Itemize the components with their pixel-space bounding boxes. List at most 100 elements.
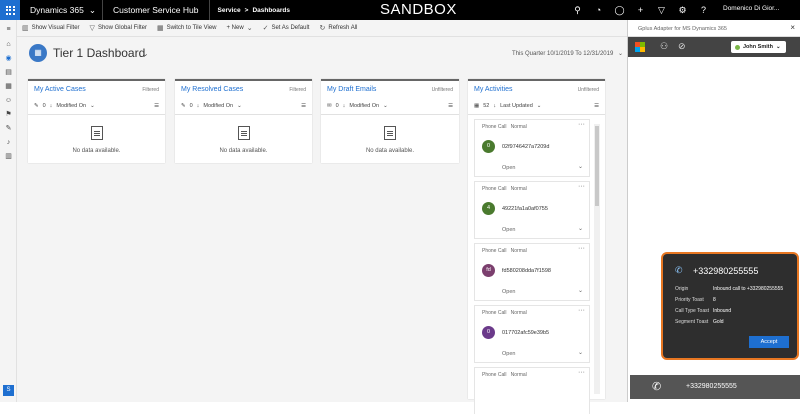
sort-field[interactable]: Modified On [56, 103, 86, 109]
chevron-down-icon[interactable]: ⌄ [383, 103, 388, 109]
toast-row-priority: Priority Toast 8 [675, 297, 716, 303]
area-switcher-button[interactable]: S [3, 385, 14, 396]
activities-icon[interactable]: ▤ [4, 68, 13, 77]
activity-subject[interactable]: fd580208dda7f1598 [502, 268, 551, 274]
chevron-down-icon[interactable]: ⌄ [578, 225, 583, 232]
view-options-icon[interactable]: ☰ [594, 103, 599, 109]
document-icon [237, 126, 250, 140]
sort-arrow-icon[interactable]: ↓ [50, 103, 53, 109]
chevron-down-icon[interactable]: ⌄ [578, 349, 583, 356]
chevron-down-icon[interactable]: ⌄ [142, 49, 149, 58]
gear-icon[interactable]: ⚙ [672, 5, 693, 16]
activity-subject[interactable]: 49221fa1a0af0755 [502, 206, 548, 212]
new-label: + New [226, 25, 244, 31]
activity-subject[interactable]: 017702afc59e39b5 [502, 330, 549, 336]
sort-field[interactable]: Modified On [349, 103, 379, 109]
chevron-down-icon[interactable]: ⌄ [618, 50, 623, 57]
view-options-icon[interactable]: ☰ [448, 103, 453, 109]
home-icon[interactable]: ⌂ [4, 40, 13, 49]
panel-title: Gplus Adapter for MS Dynamics 365 [638, 26, 727, 32]
breadcrumb-page[interactable]: Dashboards [252, 7, 290, 14]
edit-icon[interactable]: ✎ [34, 103, 39, 109]
brand-menu[interactable]: Dynamics 365 ⌄ [20, 0, 103, 20]
assistant-icon[interactable]: ◯ [609, 5, 630, 16]
scrollbar-thumb[interactable] [595, 126, 599, 206]
contacts-icon[interactable]: ⚇ [660, 41, 668, 52]
activity-list: Phone Call Normal ··· 0 02f9746427a7209d… [474, 119, 594, 414]
switch-tile-view-button[interactable]: ▦ Switch to Tile View [152, 24, 222, 32]
mail-icon[interactable]: ✉ [327, 103, 332, 109]
list-item[interactable]: Phone Call Normal ··· 4 49221fa1a0af0755… [474, 181, 590, 239]
help-icon[interactable]: ? [693, 5, 714, 15]
accept-button[interactable]: Accept [749, 336, 789, 348]
chevron-down-icon[interactable]: ⌄ [237, 103, 242, 109]
more-icon[interactable]: ··· [578, 369, 585, 376]
show-global-filter-label: Show Global Filter [97, 25, 147, 31]
set-default-button[interactable]: ✓ Set As Default [258, 24, 315, 32]
new-button[interactable]: + New ⌄ [222, 24, 258, 32]
filter-icon[interactable]: ▽ [651, 5, 672, 16]
more-icon[interactable]: ··· [578, 121, 585, 128]
breadcrumb-area[interactable]: Service [218, 7, 241, 14]
agent-status-dropdown[interactable]: John Smith ⌄ [731, 41, 786, 53]
dashboard-icon[interactable]: ◉ [4, 54, 13, 63]
edit-icon[interactable]: ✎ [181, 103, 186, 109]
phone-icon: ✆ [652, 381, 662, 393]
view-options-icon[interactable]: ☰ [154, 103, 159, 109]
list-item[interactable]: Phone Call Normal ··· 0 017702afc59e39b5… [474, 305, 590, 363]
more-icon[interactable]: ··· [578, 245, 585, 252]
alerts-icon[interactable]: ♪ [4, 138, 13, 147]
more-icon[interactable]: ··· [578, 183, 585, 190]
contacts-icon[interactable]: ☺ [4, 96, 13, 105]
calendar-icon[interactable]: ▦ [474, 103, 479, 109]
sort-arrow-icon[interactable]: ↓ [493, 103, 496, 109]
check-icon: ✓ [262, 25, 269, 32]
view-options-icon[interactable]: ☰ [301, 103, 306, 109]
time-period[interactable]: This Quarter 10/1/2019 To 12/31/2019 [512, 51, 613, 57]
chevron-down-icon[interactable]: ⌄ [578, 287, 583, 294]
sort-field[interactable]: Last Updated [500, 103, 533, 109]
close-icon[interactable]: × [790, 23, 795, 32]
card-title[interactable]: My Draft Emails [327, 86, 376, 93]
user-menu[interactable]: Domenico Di Gior... [723, 5, 779, 12]
app-name[interactable]: Customer Service Hub [103, 0, 210, 20]
task-icon[interactable]: ◔ [588, 5, 609, 15]
list-item[interactable]: Phone Call Normal ··· [474, 367, 590, 414]
activity-type: Phone Call Normal [482, 310, 527, 316]
activity-type: Phone Call Normal [482, 186, 527, 192]
card-title[interactable]: My Activities [474, 86, 513, 93]
search-icon[interactable]: ⚲ [567, 5, 588, 16]
breadcrumb-separator: > [244, 6, 249, 14]
chevron-down-icon[interactable]: ⌄ [537, 103, 542, 109]
windows-logo-icon[interactable] [635, 42, 645, 52]
cases-icon[interactable]: ▦ [4, 82, 13, 91]
hamburger-icon[interactable]: ≡ [4, 25, 13, 34]
reports-icon[interactable]: ▥ [4, 152, 13, 161]
activity-subject[interactable]: 02f9746427a7209d [502, 144, 549, 150]
tools-icon[interactable]: ✎ [4, 124, 13, 133]
card-draft-emails: My Draft Emails Unfiltered ✉ 0 ↓ Modifie… [321, 79, 459, 163]
list-item[interactable]: Phone Call Normal ··· 0 02f9746427a7209d… [474, 119, 590, 177]
list-item[interactable]: Phone Call Normal ··· fd fd580208dda7f15… [474, 243, 590, 301]
add-icon[interactable]: + [630, 5, 651, 15]
app-launcher-button[interactable] [0, 0, 20, 20]
sort-field[interactable]: Modified On [203, 103, 233, 109]
sort-arrow-icon[interactable]: ↓ [197, 103, 200, 109]
card-toolbar: ✎ 0 ↓ Modified On ⌄ ☰ [181, 101, 306, 111]
queues-icon[interactable]: ⚑ [4, 110, 13, 119]
card-title[interactable]: My Active Cases [34, 86, 86, 93]
incoming-call-toast: ✆ +332980255555 Origin Inbound call to +3… [661, 252, 799, 360]
chevron-down-icon[interactable]: ⌄ [578, 163, 583, 170]
chevron-down-icon: ⌄ [88, 4, 96, 15]
show-global-filter-button[interactable]: ▽ Show Global Filter [85, 24, 152, 32]
active-call-bar[interactable]: ✆ +332980255555 [630, 375, 800, 399]
card-title[interactable]: My Resolved Cases [181, 86, 243, 93]
activity-scrollbar[interactable] [594, 124, 600, 394]
chevron-down-icon[interactable]: ⌄ [90, 103, 95, 109]
record-count: 0 [42, 103, 46, 109]
sort-arrow-icon[interactable]: ↓ [343, 103, 346, 109]
do-not-disturb-icon[interactable]: ⊘ [678, 41, 686, 52]
more-icon[interactable]: ··· [578, 307, 585, 314]
show-visual-filter-button[interactable]: ▥ Show Visual Filter [17, 24, 85, 32]
refresh-all-button[interactable]: ↻ Refresh All [314, 24, 362, 32]
